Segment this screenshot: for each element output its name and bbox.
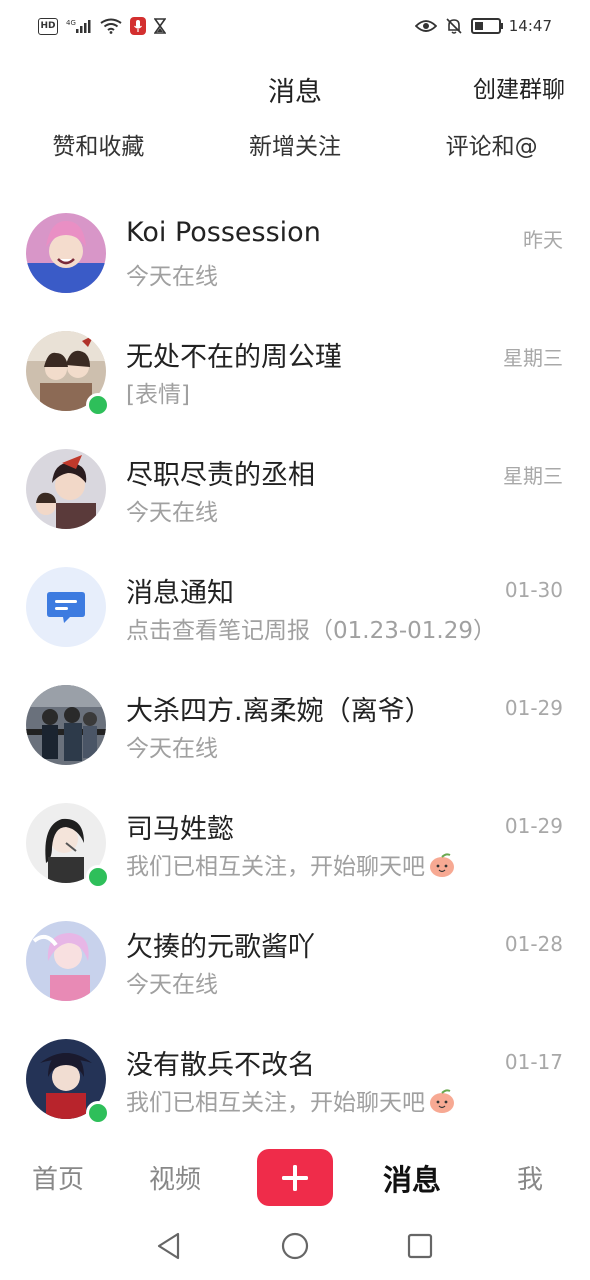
peach-emoji-icon [430, 1089, 454, 1113]
message-preview: [表情] [126, 382, 190, 408]
message-preview-text: 我们已相互关注，开始聊天吧 [126, 854, 425, 880]
list-item[interactable]: 消息通知 点击查看笔记周报（01.23-01.29） 01-30 [0, 549, 590, 667]
message-time: 01-28 [504, 932, 563, 956]
contact-name: 司马姓懿 [126, 814, 234, 845]
header: 消息 创建群聊 [0, 52, 590, 116]
message-preview: 点击查看笔记周报（01.23-01.29） [126, 618, 496, 644]
add-post-button[interactable] [257, 1149, 333, 1206]
online-status-dot [86, 1101, 110, 1125]
system-navigation-bar [0, 1212, 590, 1280]
hourglass-icon [154, 18, 166, 34]
wifi-icon [100, 18, 122, 34]
online-status-dot [86, 865, 110, 889]
message-preview-text: 我们已相互关注，开始聊天吧 [126, 1090, 425, 1116]
message-time: 01-17 [504, 1050, 563, 1074]
nav-home[interactable]: 首页 [32, 1159, 84, 1196]
create-group-chat-button[interactable]: 创建群聊 [473, 70, 565, 104]
message-preview: 今天在线 [126, 972, 218, 998]
tab-comments-and-mentions[interactable]: 评论和@ [436, 123, 548, 165]
list-item[interactable]: 欠揍的元歌酱吖 今天在线 01-28 [0, 903, 590, 1021]
online-status-dot [86, 393, 110, 417]
bottom-nav: 首页 视频 消息 我 [0, 1142, 590, 1212]
contact-name: 没有散兵不改名 [126, 1050, 315, 1081]
message-time: 星期三 [503, 464, 563, 488]
list-item[interactable]: 大杀四方.离柔婉（离爷） 今天在线 01-29 [0, 667, 590, 785]
message-time: 昨天 [523, 228, 563, 252]
peach-emoji-icon [430, 853, 454, 877]
contact-name: 尽职尽责的丞相 [126, 460, 315, 491]
message-time: 星期三 [503, 346, 563, 370]
status-bar: HD 4G 14:47 [0, 0, 590, 52]
plus-icon [282, 1164, 308, 1191]
list-item[interactable]: Koi Possession 今天在线 昨天 [0, 195, 590, 313]
nav-video[interactable]: 视频 [149, 1159, 201, 1196]
status-right: 14:47 [414, 17, 552, 35]
message-time: 01-29 [504, 696, 563, 720]
message-time: 01-29 [504, 814, 563, 838]
avatar[interactable] [26, 213, 106, 293]
notification-chat-icon [47, 592, 85, 623]
contact-name: 大杀四方.离柔婉（离爷） [126, 696, 432, 727]
nav-messages[interactable]: 消息 [383, 1157, 441, 1199]
status-left: HD 4G [38, 17, 166, 35]
microphone-icon [130, 17, 146, 35]
quick-tabs: 赞和收藏 新增关注 评论和@ [0, 122, 590, 166]
eye-icon [414, 19, 437, 33]
contact-name: 消息通知 [126, 578, 234, 609]
message-time: 01-30 [504, 578, 563, 602]
contact-name: Koi Possession [126, 217, 321, 248]
list-item[interactable]: 司马姓懿 我们已相互关注，开始聊天吧 01-29 [0, 785, 590, 903]
avatar[interactable] [26, 685, 106, 765]
avatar[interactable] [26, 921, 106, 1001]
tab-likes-and-favorites[interactable]: 赞和收藏 [42, 123, 154, 165]
home-circle-icon[interactable] [281, 1232, 309, 1260]
tab-new-followers[interactable]: 新增关注 [239, 123, 351, 165]
message-preview: 我们已相互关注，开始聊天吧 [126, 1083, 456, 1117]
avatar[interactable] [26, 567, 106, 647]
contact-name: 欠揍的元歌酱吖 [126, 932, 315, 963]
message-preview: 今天在线 [126, 500, 218, 526]
message-preview: 我们已相互关注，开始聊天吧 [126, 847, 456, 881]
signal-icon: 4G [66, 18, 92, 34]
hd-icon: HD [38, 17, 58, 35]
battery-level [474, 22, 483, 30]
list-item[interactable]: 尽职尽责的丞相 今天在线 星期三 [0, 431, 590, 549]
message-preview: 今天在线 [126, 736, 218, 762]
list-item[interactable]: 没有散兵不改名 我们已相互关注，开始聊天吧 01-17 [0, 1021, 590, 1139]
message-list: Koi Possession 今天在线 昨天 无处不在的周公瑾 [表情] 星期三 [0, 195, 590, 1139]
avatar[interactable] [26, 449, 106, 529]
contact-name: 无处不在的周公瑾 [126, 342, 342, 373]
recent-apps-icon[interactable] [407, 1233, 433, 1259]
network-type-label: 4G [66, 19, 76, 27]
message-preview: 今天在线 [126, 264, 218, 290]
clock-time: 14:47 [508, 17, 552, 35]
battery-icon [470, 18, 503, 34]
mute-bell-icon [445, 17, 463, 35]
list-item[interactable]: 无处不在的周公瑾 [表情] 星期三 [0, 313, 590, 431]
back-icon[interactable] [156, 1232, 182, 1260]
nav-me[interactable]: 我 [517, 1159, 543, 1196]
